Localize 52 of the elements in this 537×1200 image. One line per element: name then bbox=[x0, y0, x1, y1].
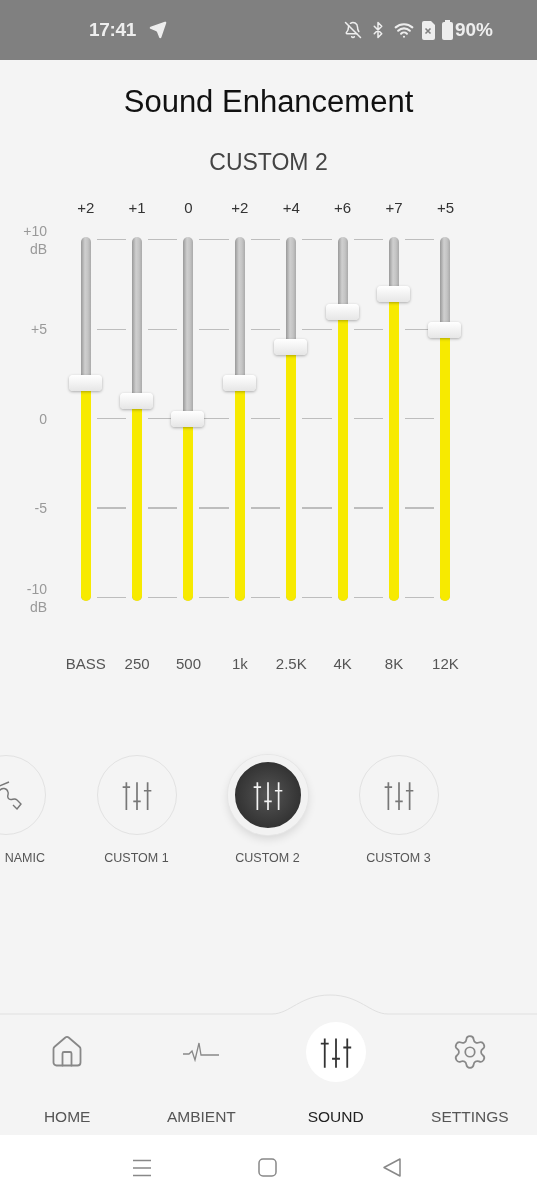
slider-thumb[interactable] bbox=[274, 339, 308, 356]
slider-thumb[interactable] bbox=[120, 393, 154, 410]
axis-label: -5 bbox=[34, 499, 47, 518]
nav-tab[interactable]: SETTINGS bbox=[402, 1012, 537, 1135]
frequency-label: 8K bbox=[384, 654, 404, 674]
gain-reading: +2 bbox=[231, 199, 249, 217]
preset-label: CUSTOM 2 bbox=[235, 851, 300, 865]
axis-label: +10 dB bbox=[22, 221, 47, 258]
preset-button[interactable] bbox=[227, 755, 308, 835]
page-title: Sound Enhancement bbox=[122, 84, 415, 120]
gain-reading: +5 bbox=[436, 199, 454, 217]
nav-tab[interactable]: AMBIENT bbox=[134, 1012, 269, 1135]
frequency-label: 500 bbox=[175, 654, 201, 674]
gain-reading: +4 bbox=[282, 199, 300, 217]
axis-label: 0 bbox=[39, 409, 47, 428]
send-icon bbox=[149, 21, 168, 39]
frequency-label: 1k bbox=[231, 654, 248, 674]
slider-thumb[interactable] bbox=[428, 321, 462, 338]
slider-thumb[interactable] bbox=[325, 303, 359, 320]
gain-reading: 0 bbox=[184, 199, 193, 217]
gain-reading: +6 bbox=[334, 199, 352, 217]
battery-level: 90% bbox=[454, 19, 493, 41]
wifi-icon bbox=[393, 20, 414, 40]
slider-thumb[interactable] bbox=[377, 285, 411, 302]
battery-icon bbox=[441, 20, 453, 40]
pulse-icon bbox=[183, 1042, 220, 1062]
home-square-icon[interactable] bbox=[258, 1158, 277, 1177]
axis-label: +5 bbox=[31, 320, 47, 339]
preset-label: NAMIC bbox=[4, 851, 45, 865]
nav-tab[interactable]: HOME bbox=[0, 1012, 135, 1135]
preset-name: CUSTOM 2 bbox=[208, 148, 329, 176]
status-time: 17:41 bbox=[89, 19, 137, 41]
menu-icon[interactable] bbox=[132, 1158, 152, 1177]
preset-label: CUSTOM 3 bbox=[366, 851, 431, 865]
frequency-label: 12K bbox=[432, 654, 459, 674]
slider-thumb[interactable] bbox=[222, 375, 256, 392]
slider-thumb[interactable] bbox=[171, 411, 205, 427]
frequency-label: 4K bbox=[333, 654, 352, 674]
bell-off-icon bbox=[343, 21, 362, 39]
frequency-label: 2.5K bbox=[275, 654, 307, 674]
gain-reading: +7 bbox=[385, 199, 403, 217]
gain-reading: +2 bbox=[77, 199, 95, 217]
axis-label: -10 dB bbox=[25, 579, 47, 616]
back-icon[interactable] bbox=[383, 1158, 401, 1177]
slider-thumb[interactable] bbox=[68, 375, 102, 392]
frequency-label: 250 bbox=[124, 654, 150, 674]
sim-card-icon bbox=[420, 20, 435, 40]
curve-icon bbox=[0, 780, 23, 810]
nav-tab[interactable]: SOUND bbox=[268, 1012, 403, 1135]
frequency-label: BASS bbox=[65, 654, 106, 674]
gain-reading: +1 bbox=[128, 199, 146, 217]
preset-label: CUSTOM 1 bbox=[104, 851, 169, 865]
